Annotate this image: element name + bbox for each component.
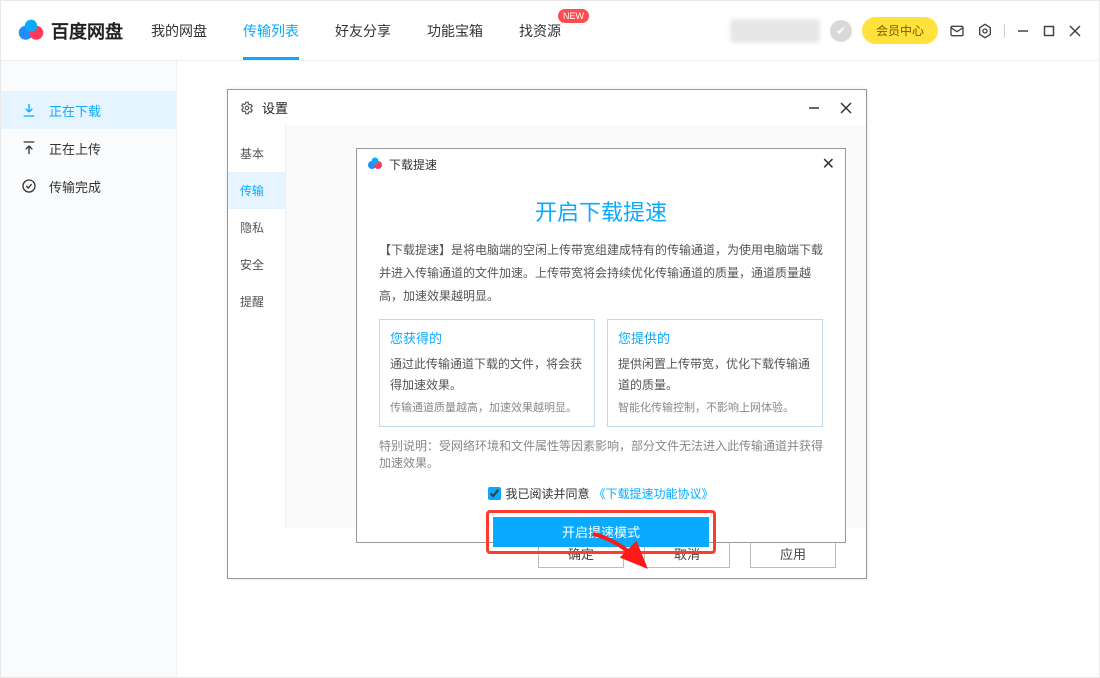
- status-dot-icon[interactable]: ✔: [830, 20, 852, 42]
- tab-resources[interactable]: 找资源NEW: [519, 1, 561, 60]
- settings-title-text: 设置: [262, 98, 288, 117]
- settings-nav-safe[interactable]: 安全: [228, 246, 285, 283]
- sidebar-item-label: 传输完成: [49, 177, 101, 196]
- card-you-gain: 您获得的 通过此传输通道下载的文件，将会获得加速效果。 传输通道质量越高，加速效…: [379, 319, 595, 427]
- sidebar-item-uploading[interactable]: 正在上传: [1, 129, 176, 167]
- settings-nav-basic[interactable]: 基本: [228, 135, 285, 172]
- mail-icon[interactable]: [948, 22, 966, 40]
- header-right: ✔ 会员中心: [730, 17, 1083, 44]
- check-circle-icon: [21, 178, 37, 194]
- speed-dialog-description: 【下载提速】是将电脑端的空闲上传带宽组建成特有的传输通道，为使用电脑端下载并进入…: [357, 239, 845, 319]
- member-center-button[interactable]: 会员中心: [862, 17, 938, 44]
- transfer-sidebar: 正在下载 正在上传 传输完成: [1, 61, 177, 677]
- card-title: 您提供的: [618, 328, 812, 350]
- download-icon: [21, 102, 37, 118]
- settings-nav-privacy[interactable]: 隐私: [228, 209, 285, 246]
- window-maximize-button[interactable]: [1041, 23, 1057, 39]
- card-foot: 智能化传输控制，不影响上网体验。: [618, 399, 812, 418]
- card-body: 通过此传输通道下载的文件，将会获得加速效果。: [390, 354, 584, 395]
- settings-nav-remind[interactable]: 提醒: [228, 283, 285, 320]
- speed-dialog-note: 特别说明：受网络环境和文件属性等因素影响，部分文件无法进入此传输通道并获得加速效…: [357, 427, 845, 471]
- tab-toolbox[interactable]: 功能宝箱: [427, 1, 483, 60]
- sidebar-item-label: 正在上传: [49, 139, 101, 158]
- sidebar-item-label: 正在下载: [49, 101, 101, 120]
- agreement-link[interactable]: 《下载提速功能协议》: [594, 485, 714, 502]
- main-area: 设置 基本 传输 隐私 安全 提醒 览: [177, 61, 1099, 677]
- sidebar-item-done[interactable]: 传输完成: [1, 167, 176, 205]
- header-tabs: 我的网盘 传输列表 好友分享 功能宝箱 找资源NEW: [151, 1, 561, 60]
- settings-close-button[interactable]: [838, 100, 854, 116]
- tab-transfer-list[interactable]: 传输列表: [243, 1, 299, 60]
- download-speed-dialog: 下载提速 ✕ 开启下载提速 【下载提速】是将电脑端的空闲上传带宽组建成特有的传输…: [356, 148, 846, 543]
- settings-window: 设置 基本 传输 隐私 安全 提醒 览: [227, 89, 867, 579]
- cloud-logo-icon: [17, 17, 45, 45]
- window-close-button[interactable]: [1067, 23, 1083, 39]
- settings-titlebar[interactable]: 设置: [228, 90, 866, 125]
- speed-dialog-title: 开启下载提速: [357, 195, 845, 227]
- card-body: 提供闲置上传带宽，优化下载传输通道的质量。: [618, 354, 812, 395]
- agree-checkbox[interactable]: [488, 487, 501, 500]
- user-avatar[interactable]: [730, 19, 820, 43]
- upload-icon: [21, 140, 37, 156]
- agree-row: 我已阅读并同意 《下载提速功能协议》: [357, 485, 845, 502]
- speed-dialog-header-text: 下载提速: [389, 156, 437, 173]
- highlight-box: 开启提速模式: [486, 510, 716, 554]
- card-you-give: 您提供的 提供闲置上传带宽，优化下载传输通道的质量。 智能化传输控制，不影响上网…: [607, 319, 823, 427]
- app-name: 百度网盘: [51, 18, 123, 44]
- sidebar-item-downloading[interactable]: 正在下载: [1, 91, 176, 129]
- window-minimize-button[interactable]: [1015, 23, 1031, 39]
- tab-my-disk[interactable]: 我的网盘: [151, 1, 207, 60]
- new-badge: NEW: [558, 9, 589, 23]
- settings-minimize-button[interactable]: [806, 100, 822, 116]
- settings-nav: 基本 传输 隐私 安全 提醒: [228, 125, 286, 528]
- gear-icon: [240, 101, 254, 115]
- speed-dialog-header[interactable]: 下载提速 ✕: [357, 149, 845, 179]
- speed-dialog-close-button[interactable]: ✕: [822, 154, 835, 174]
- settings-nav-transfer[interactable]: 传输: [228, 172, 285, 209]
- app-header: 百度网盘 我的网盘 传输列表 好友分享 功能宝箱 找资源NEW ✔ 会员中心: [1, 1, 1099, 61]
- settings-icon[interactable]: [976, 22, 994, 40]
- start-speed-button[interactable]: 开启提速模式: [493, 517, 709, 547]
- card-title: 您获得的: [390, 328, 584, 350]
- app-logo: 百度网盘: [17, 17, 123, 45]
- cloud-logo-icon: [367, 156, 383, 172]
- agree-prefix: 我已阅读并同意: [505, 485, 589, 502]
- card-foot: 传输通道质量越高，加速效果越明显。: [390, 399, 584, 418]
- tab-friend-share[interactable]: 好友分享: [335, 1, 391, 60]
